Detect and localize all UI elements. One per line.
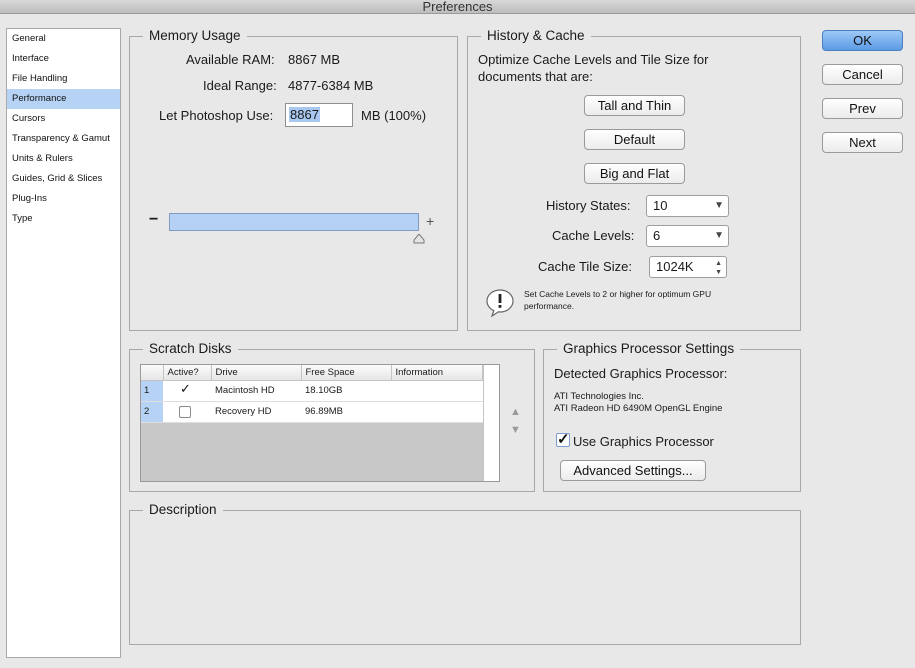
cache-levels-value: 6 [653,228,661,243]
description-group: Description [129,502,801,645]
optimize-text-line1: Optimize Cache Levels and Tile Size for [478,52,709,67]
cache-levels-select[interactable]: 6 ▼ [646,225,729,247]
available-ram-label: Available RAM: [186,52,275,67]
gpu-model: ATI Radeon HD 6490M OpenGL Engine [554,403,723,414]
default-button[interactable]: Default [584,129,685,150]
photoshop-use-label: Let Photoshop Use: [159,108,274,123]
column-header-number [141,365,164,381]
sidebar-item-file-handling[interactable]: File Handling [7,69,120,89]
available-ram-value: 8867 MB [288,52,341,67]
next-button[interactable]: Next [822,132,903,153]
cache-levels-label: Cache Levels: [552,228,635,243]
detected-gpu-label: Detected Graphics Processor: [554,366,728,381]
prev-button[interactable]: Prev [822,98,903,119]
description-title: Description [143,502,223,517]
chevron-updown-icon: ▲ ▼ [715,260,722,276]
table-row[interactable]: 1 ✓ Macintosh HD 18.10GB [141,380,483,402]
cache-tile-size-select[interactable]: 1024K ▲ ▼ [649,256,727,278]
window-title: Preferences [422,0,493,14]
active-checkbox[interactable] [179,405,191,418]
memory-usage-group: Memory Usage Available RAM: 8867 MB Idea… [129,28,458,331]
row-number: 2 [141,401,163,423]
history-cache-title: History & Cache [481,28,591,43]
free-space-cell: 18.10GB [301,380,391,402]
cache-tile-size-label: Cache Tile Size: [538,259,632,274]
checkmark-icon: ✓ [180,380,191,396]
checkmark-icon: ✓ [557,431,570,448]
gpu-tip-line2: performance. [524,301,575,311]
cache-tile-size-value: 1024K [656,259,694,274]
table-row[interactable]: 2 Recovery HD 96.89MB [141,401,483,423]
memory-slider-thumb[interactable] [413,231,425,249]
chevron-down-icon: ▼ [714,200,724,211]
table-scrollbar[interactable] [483,365,499,481]
use-gpu-checkbox[interactable]: ✓ [556,431,570,448]
information-cell [391,401,483,423]
ok-button[interactable]: OK [822,30,903,51]
ideal-range-label: Ideal Range: [203,78,277,93]
active-checkbox[interactable]: ✓ [179,380,191,397]
history-cache-group: History & Cache Optimize Cache Levels an… [467,28,801,331]
gpu-settings-title: Graphics Processor Settings [557,341,741,356]
drive-cell: Recovery HD [211,401,301,423]
optimize-text-line2: documents that are: [478,69,593,84]
memory-slider-track[interactable] [169,213,419,231]
column-header-free-space[interactable]: Free Space [301,365,392,381]
sidebar-item-transparency-gamut[interactable]: Transparency & Gamut [7,129,120,149]
column-header-active[interactable]: Active? [163,365,212,381]
active-cell [163,401,211,423]
warning-icon [485,289,515,322]
column-header-drive[interactable]: Drive [211,365,302,381]
sidebar-item-performance[interactable]: Performance [7,89,120,109]
move-up-arrow-icon[interactable]: ▲ [510,406,521,418]
gpu-tip-line1: Set Cache Levels to 2 or higher for opti… [524,289,712,299]
use-gpu-label[interactable]: Use Graphics Processor [573,434,714,449]
window-titlebar: Preferences [0,0,915,14]
cancel-button[interactable]: Cancel [822,64,903,85]
scratch-disks-title: Scratch Disks [143,341,238,356]
sidebar-item-interface[interactable]: Interface [7,49,120,69]
slider-minus: − [149,211,159,228]
photoshop-use-unit: MB (100%) [361,108,427,123]
chevron-down-icon: ▼ [714,230,724,241]
history-states-value: 10 [653,198,668,213]
active-cell: ✓ [163,380,211,402]
photoshop-use-input[interactable]: 8867 [285,103,353,127]
sidebar-item-general[interactable]: General [7,29,120,49]
sidebar-item-plug-ins[interactable]: Plug-Ins [7,189,120,209]
advanced-settings-button[interactable]: Advanced Settings... [560,460,706,481]
scratch-disks-table: Active? Drive Free Space Information 1 ✓… [141,365,483,423]
move-down-arrow-icon[interactable]: ▼ [510,424,521,436]
history-states-label: History States: [546,198,631,213]
sidebar-item-guides-grid-slices[interactable]: Guides, Grid & Slices [7,169,120,189]
column-header-information[interactable]: Information [391,365,483,381]
sidebar-item-type[interactable]: Type [7,209,120,229]
gpu-vendor: ATI Technologies Inc. [554,391,644,402]
tall-and-thin-button[interactable]: Tall and Thin [584,95,685,116]
memory-usage-title: Memory Usage [143,28,247,43]
sidebar-item-cursors[interactable]: Cursors [7,109,120,129]
row-number: 1 [141,380,163,402]
drive-cell: Macintosh HD [211,380,301,402]
photoshop-use-value: 8867 [289,107,320,122]
sidebar-item-units-rulers[interactable]: Units & Rulers [7,149,120,169]
table-header-row: Active? Drive Free Space Information [141,365,483,381]
preferences-sidebar: General Interface File Handling Performa… [6,28,121,658]
ideal-range-value: 4877-6384 MB [288,78,374,93]
information-cell [391,380,483,402]
scratch-disks-group: Scratch Disks Active? Drive Free Space I… [129,341,535,492]
free-space-cell: 96.89MB [301,401,391,423]
gpu-settings-group: Graphics Processor Settings Detected Gra… [543,341,801,492]
slider-plus: + [426,213,435,229]
big-and-flat-button[interactable]: Big and Flat [584,163,685,184]
history-states-select[interactable]: 10 ▼ [646,195,729,217]
